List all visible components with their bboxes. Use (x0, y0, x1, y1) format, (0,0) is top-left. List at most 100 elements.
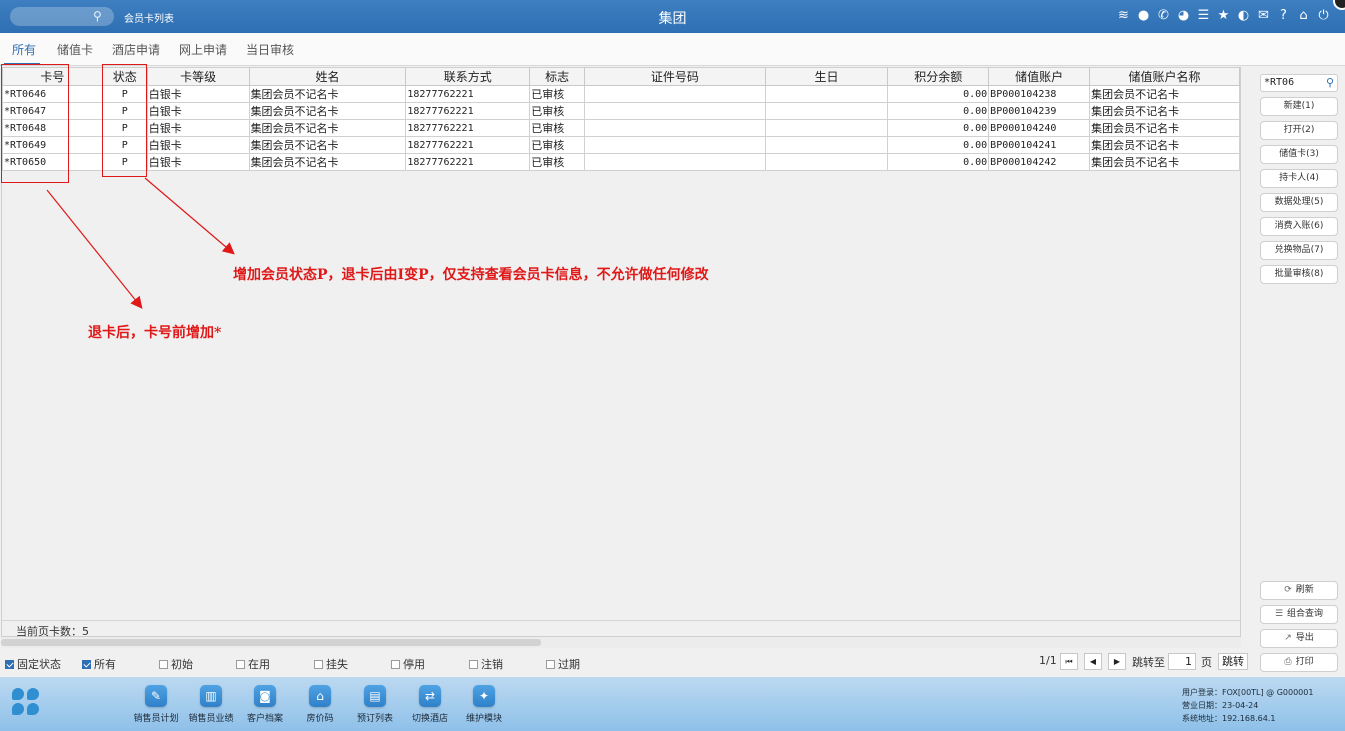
cell-name[interactable]: 集团会员不记名卡 (248, 119, 407, 137)
new-button[interactable]: 新建(1) (1260, 97, 1338, 116)
power-icon[interactable]: ⏻ (1316, 8, 1331, 24)
checkbox-icon[interactable] (5, 659, 14, 669)
cell-id-no[interactable] (584, 119, 766, 137)
cell-account[interactable]: BP000104239 (988, 102, 1091, 120)
cell-level[interactable]: 白银卡 (146, 119, 250, 137)
checkbox-icon[interactable] (159, 659, 168, 669)
filter-initial[interactable]: 初始 (159, 656, 193, 672)
cell-flag[interactable]: 已审核 (529, 153, 586, 171)
phone-icon[interactable]: ✆ (1156, 8, 1171, 24)
palette-icon[interactable]: ◕ (1176, 8, 1191, 24)
cell-points[interactable]: 0.00 (887, 102, 990, 120)
col-birthday[interactable]: 生日 (764, 68, 889, 86)
filter-expired[interactable]: 过期 (546, 656, 580, 672)
cell-points[interactable]: 0.00 (887, 85, 990, 103)
dock-switch-hotel[interactable]: ⇄ 切换酒店 (400, 685, 460, 724)
home-icon[interactable]: ⌂ (1296, 8, 1311, 24)
filter-all[interactable]: 所有 (82, 656, 116, 672)
cell-account-name[interactable]: 集团会员不记名卡 (1089, 102, 1240, 120)
cell-name[interactable]: 集团会员不记名卡 (248, 85, 407, 103)
app-logo-icon[interactable] (12, 688, 40, 716)
cell-flag[interactable]: 已审核 (529, 85, 586, 103)
redeem-items-button[interactable]: 兑换物品(7) (1260, 241, 1338, 260)
checkbox-icon[interactable] (82, 659, 91, 669)
cell-points[interactable]: 0.00 (887, 153, 990, 171)
cell-contact[interactable]: 18277762221 (405, 102, 531, 120)
first-page-icon[interactable]: ⏮ (1060, 653, 1078, 670)
tab-today-review[interactable]: 当日审核 (246, 41, 294, 58)
filter-cancelled[interactable]: 注销 (469, 656, 503, 672)
cell-id-no[interactable] (584, 136, 766, 154)
cell-account[interactable]: BP000104242 (988, 153, 1091, 171)
menu-icon[interactable]: ☰ (1196, 8, 1211, 24)
table-row[interactable]: *RT0649 P 白银卡 集团会员不记名卡 18277762221 已审核 0.00 BP0… (2, 136, 1240, 154)
col-name[interactable]: 姓名 (248, 68, 407, 86)
dock-sales-performance[interactable]: ▥ 销售员业绩 (181, 685, 241, 724)
cell-birthday[interactable] (764, 85, 889, 103)
dock-sales-plan[interactable]: ✎ 销售员计划 (126, 685, 186, 724)
jump-button[interactable]: 跳转 (1218, 653, 1248, 670)
cell-points[interactable]: 0.00 (887, 119, 990, 137)
col-points[interactable]: 积分余额 (887, 68, 990, 86)
global-search-input[interactable]: ⚲ (10, 7, 114, 26)
cell-points[interactable]: 0.00 (887, 136, 990, 154)
cell-id-no[interactable] (584, 85, 766, 103)
theme-icon[interactable]: ◐ (1236, 8, 1251, 24)
cell-contact[interactable]: 18277762221 (405, 119, 531, 137)
scrollbar-thumb[interactable] (1, 639, 541, 646)
table-row[interactable]: *RT0648 P 白银卡 集团会员不记名卡 18277762221 已审核 0.00 BP0… (2, 119, 1240, 137)
checkbox-icon[interactable] (469, 659, 478, 669)
chat-icon[interactable]: ● (1136, 8, 1151, 24)
stored-value-card-button[interactable]: 储值卡(3) (1260, 145, 1338, 164)
col-account-name[interactable]: 储值账户名称 (1089, 68, 1240, 86)
breadcrumb[interactable]: 会员卡列表 (124, 10, 174, 25)
checkbox-icon[interactable] (236, 659, 245, 669)
cell-id-no[interactable] (584, 102, 766, 120)
data-process-button[interactable]: 数据处理(5) (1260, 193, 1338, 212)
table-row[interactable]: *RT0646 P 白银卡 集团会员不记名卡 18277762221 已审核 0.00 BP0… (2, 85, 1240, 103)
consume-posting-button[interactable]: 消费入账(6) (1260, 217, 1338, 236)
dock-customer-profile[interactable]: ◙ 客户档案 (235, 685, 295, 724)
card-search-input[interactable]: *RT06 ⚲ (1260, 74, 1338, 92)
cell-name[interactable]: 集团会员不记名卡 (248, 153, 407, 171)
export-button[interactable]: ↗ 导出 (1260, 629, 1338, 648)
cell-flag[interactable]: 已审核 (529, 102, 586, 120)
batch-review-button[interactable]: 批量审核(8) (1260, 265, 1338, 284)
help-icon[interactable]: ? (1276, 8, 1291, 24)
checkbox-icon[interactable] (391, 659, 400, 669)
col-level[interactable]: 卡等级 (146, 68, 250, 86)
filter-disabled[interactable]: 停用 (391, 656, 425, 672)
tab-hotel-apply[interactable]: 酒店申请 (112, 41, 160, 58)
cell-birthday[interactable] (764, 136, 889, 154)
filter-in-use[interactable]: 在用 (236, 656, 270, 672)
next-page-icon[interactable]: ▶ (1108, 653, 1126, 670)
search-icon[interactable]: ⚲ (1326, 75, 1334, 91)
filter-lost[interactable]: 挂失 (314, 656, 348, 672)
col-account[interactable]: 储值账户 (988, 68, 1091, 86)
cardholder-button[interactable]: 持卡人(4) (1260, 169, 1338, 188)
mail-icon[interactable]: ✉ (1256, 8, 1271, 24)
checkbox-icon[interactable] (546, 659, 555, 669)
cell-account-name[interactable]: 集团会员不记名卡 (1089, 136, 1240, 154)
cell-flag[interactable]: 已审核 (529, 119, 586, 137)
table-row[interactable]: *RT0647 P 白银卡 集团会员不记名卡 18277762221 已审核 0.00 BP0… (2, 102, 1240, 120)
horizontal-scrollbar[interactable] (1, 637, 1241, 648)
cell-id-no[interactable] (584, 153, 766, 171)
col-id-no[interactable]: 证件号码 (584, 68, 766, 86)
open-button[interactable]: 打开(2) (1260, 121, 1338, 140)
checkbox-icon[interactable] (314, 659, 323, 669)
tab-all[interactable]: 所有 (12, 41, 36, 58)
cell-name[interactable]: 集团会员不记名卡 (248, 102, 407, 120)
cell-birthday[interactable] (764, 119, 889, 137)
refresh-button[interactable]: ⟳ 刷新 (1260, 581, 1338, 600)
cell-level[interactable]: 白银卡 (146, 136, 250, 154)
prev-page-icon[interactable]: ◀ (1084, 653, 1102, 670)
tab-online-apply[interactable]: 网上申请 (179, 41, 227, 58)
cell-account-name[interactable]: 集团会员不记名卡 (1089, 153, 1240, 171)
col-flag[interactable]: 标志 (529, 68, 586, 86)
cell-birthday[interactable] (764, 153, 889, 171)
star-icon[interactable]: ★ (1216, 8, 1231, 24)
dock-reservation-list[interactable]: ▤ 预订列表 (345, 685, 405, 724)
cell-account-name[interactable]: 集团会员不记名卡 (1089, 85, 1240, 103)
combined-query-button[interactable]: ☰ 组合查询 (1260, 605, 1338, 624)
